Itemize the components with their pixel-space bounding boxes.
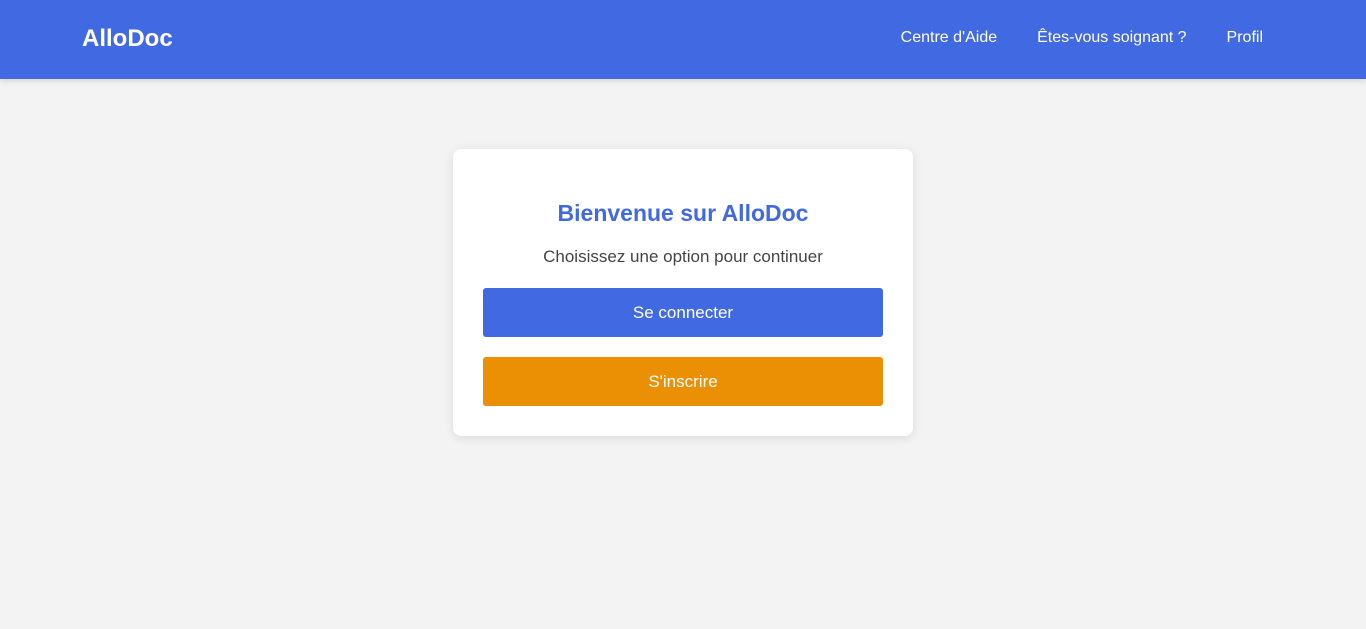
nav-links: Centre d'Aide Êtes-vous soignant ? Profi… <box>901 28 1263 48</box>
welcome-card: Bienvenue sur AlloDoc Choisissez une opt… <box>453 149 913 436</box>
nav-link-caregiver[interactable]: Êtes-vous soignant ? <box>1037 28 1186 48</box>
welcome-title: Bienvenue sur AlloDoc <box>557 200 809 226</box>
signup-button[interactable]: S'inscrire <box>483 357 883 406</box>
login-button[interactable]: Se connecter <box>483 288 883 337</box>
nav-link-help-center[interactable]: Centre d'Aide <box>901 28 997 48</box>
brand-logo[interactable]: AlloDoc <box>82 25 173 53</box>
top-navbar: AlloDoc Centre d'Aide Êtes-vous soignant… <box>0 0 1366 79</box>
nav-link-profile[interactable]: Profil <box>1227 28 1263 48</box>
welcome-subtitle: Choisissez une option pour continuer <box>543 247 823 266</box>
